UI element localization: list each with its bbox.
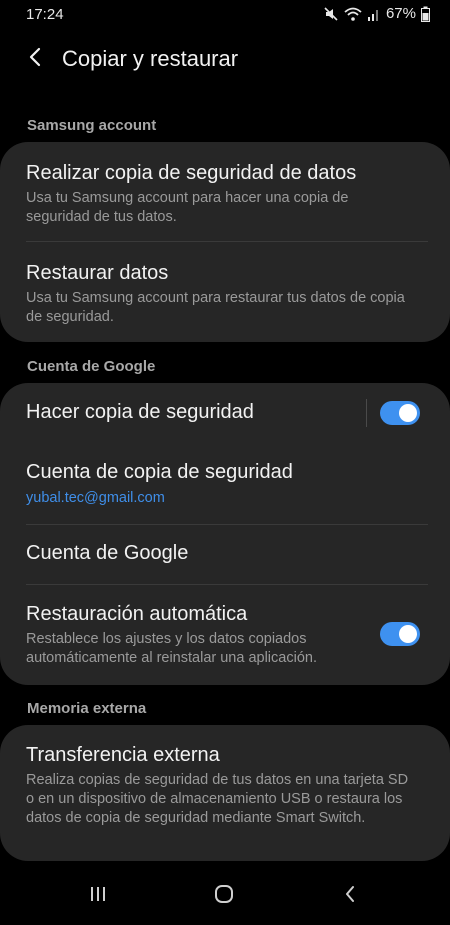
home-icon — [214, 884, 234, 909]
external-transfer-subtitle: Realiza copias de seguridad de tus datos… — [26, 772, 409, 826]
app-bar: Copiar y restaurar — [0, 36, 450, 82]
backup-account-title: Cuenta de copia de seguridad — [26, 461, 293, 483]
navigation-bar — [0, 869, 450, 925]
auto-restore-item[interactable]: Restauración automática Restablece los a… — [0, 585, 450, 685]
mute-icon — [323, 6, 339, 22]
backup-account-email: yubal.tec@gmail.com — [26, 490, 165, 506]
toggle-knob — [399, 404, 417, 422]
recents-button[interactable] — [78, 881, 118, 911]
backup-data-subtitle: Usa tu Samsung account para hacer una co… — [26, 190, 349, 225]
toggle-separator — [366, 399, 367, 427]
toggle-knob — [399, 625, 417, 643]
auto-restore-title: Restauración automática — [26, 603, 248, 625]
nav-back-button[interactable] — [330, 881, 370, 911]
wifi-icon — [344, 6, 362, 22]
section-label-external-memory: Memoria externa — [27, 700, 147, 717]
restore-data-subtitle: Usa tu Samsung account para restaurar tu… — [26, 290, 405, 325]
back-icon — [344, 885, 356, 908]
backup-account-item[interactable]: Cuenta de copia de seguridad yubal.tec@g… — [0, 443, 450, 524]
google-account-item[interactable]: Cuenta de Google — [0, 525, 450, 584]
section-label-samsung-account: Samsung account — [27, 117, 157, 134]
chevron-left-icon — [28, 47, 42, 72]
google-account-card: Hacer copia de seguridad Cuenta de copia… — [0, 383, 450, 685]
status-icons: 67% — [323, 5, 430, 22]
status-bar: 17:24 67% — [0, 0, 450, 30]
google-backup-title: Hacer copia de seguridad — [26, 401, 254, 423]
auto-restore-subtitle: Restablece los ajustes y los datos copia… — [26, 631, 317, 666]
samsung-account-card: Realizar copia de seguridad de datos Usa… — [0, 142, 450, 342]
page-title: Copiar y restaurar — [62, 46, 239, 71]
recents-icon — [89, 886, 107, 907]
auto-restore-toggle[interactable] — [380, 622, 420, 646]
google-backup-item[interactable]: Hacer copia de seguridad — [0, 383, 450, 443]
back-button[interactable] — [20, 44, 50, 74]
backup-data-item[interactable]: Realizar copia de seguridad de datos Usa… — [0, 142, 450, 242]
external-transfer-title: Transferencia externa — [26, 744, 220, 766]
backup-data-title: Realizar copia de seguridad de datos — [26, 162, 357, 184]
restore-data-title: Restaurar datos — [26, 262, 169, 284]
google-backup-toggle[interactable] — [380, 401, 420, 425]
section-label-google-account: Cuenta de Google — [27, 358, 156, 375]
battery-icon — [421, 6, 430, 22]
status-time: 17:24 — [26, 6, 64, 23]
external-memory-card: Transferencia externa Realiza copias de … — [0, 725, 450, 861]
home-button[interactable] — [204, 881, 244, 911]
external-transfer-item[interactable]: Transferencia externa Realiza copias de … — [0, 725, 450, 861]
battery-level: 67% — [385, 5, 416, 22]
google-account-title: Cuenta de Google — [26, 542, 189, 564]
restore-data-item[interactable]: Restaurar datos Usa tu Samsung account p… — [0, 242, 450, 342]
signal-icon — [367, 6, 381, 22]
